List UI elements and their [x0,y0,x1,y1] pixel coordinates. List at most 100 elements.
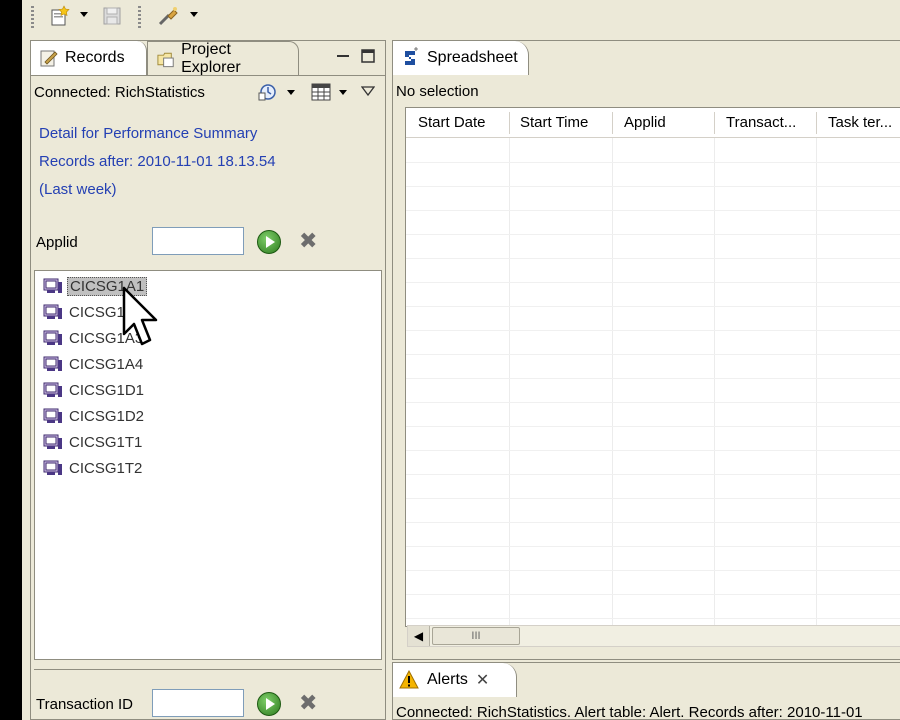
grid-row-line [406,474,900,475]
transaction-clear-button[interactable]: ✖ [299,691,317,715]
tab-records-label: Records [65,49,125,66]
column-separator[interactable] [816,112,817,134]
table-dropdown-arrow[interactable] [339,90,347,95]
column-separator[interactable] [714,112,715,134]
toolbar-grip[interactable] [31,6,34,28]
list-item[interactable]: CICSG1D1 [43,379,146,401]
region-list: CICSG1A1 CICSG1A2 CICSG1A3 CICSG1A4 CICS… [34,270,382,660]
window-left-edge [0,0,22,720]
applid-go-button[interactable] [257,230,281,254]
tab-alerts-label: Alerts [427,671,468,688]
tab-project-explorer[interactable]: Project Explorer [147,40,299,76]
cics-region-icon [43,303,63,321]
records-icon [40,50,58,67]
list-item[interactable]: CICSG1D2 [43,405,146,427]
toolbar-grip-2[interactable] [138,6,141,28]
column-header-start-date[interactable]: Start Date [418,114,512,131]
grid-column-line [509,138,510,626]
detail-title[interactable]: Detail for Performance Summary [39,125,257,142]
minimize-icon[interactable] [334,47,352,65]
spreadsheet-icon [405,47,418,65]
grid-row-line [406,210,900,211]
grid-row-line [406,522,900,523]
grid-row-line [406,450,900,451]
history-icon[interactable] [257,81,279,107]
tab-records[interactable]: Records [31,41,147,75]
transaction-id-label: Transaction ID [36,696,133,713]
region-name: CICSG1T2 [69,459,143,477]
grid-row-line [406,186,900,187]
history-dropdown-arrow[interactable] [287,90,295,95]
spreadsheet-view: Spreadsheet No selection Start Date Star… [392,40,900,660]
tab-project-explorer-label: Project Explorer [181,40,241,76]
close-icon[interactable]: ✕ [476,670,489,690]
grid-row-line [406,402,900,403]
grid-row-line [406,330,900,331]
records-view: Records Project Explorer Connected: Rich… [30,40,386,720]
region-name: CICSG1D1 [69,381,145,399]
records-connection-bar: Connected: RichStatistics [31,75,385,107]
column-header-transaction[interactable]: Transact... [726,114,810,131]
scroll-left-icon[interactable]: ◀ [408,626,430,646]
cics-region-icon [43,277,63,295]
alerts-status: Connected: RichStatistics. Alert table: … [396,704,863,720]
grid-row-line [406,354,900,355]
connection-status: Connected: RichStatistics [34,84,205,101]
applid-label: Applid [36,234,78,251]
tab-alerts[interactable]: Alerts ✕ [393,663,517,697]
selection-status: No selection [396,83,479,100]
view-menu-icon[interactable] [360,84,376,101]
region-name: CICSG1T1 [69,433,143,451]
list-item[interactable]: CICSG1A4 [43,353,145,375]
spreadsheet-grid[interactable]: Start Date Start Time Applid Transact...… [405,107,900,627]
tools-icon[interactable] [156,4,180,28]
mouse-cursor-icon [122,286,158,346]
cics-region-icon [43,381,63,399]
detail-period[interactable]: (Last week) [39,181,117,198]
list-item[interactable]: CICSG1T2 [43,457,144,479]
grid-row-line [406,282,900,283]
tools-dropdown-arrow[interactable] [190,12,198,17]
region-name: CICSG1A4 [69,355,144,373]
grid-row-line [406,498,900,499]
column-header-task-termination[interactable]: Task ter... [828,114,900,131]
new-wizard-icon[interactable] [48,4,72,28]
column-header-applid[interactable]: Applid [624,114,714,131]
grid-column-line [714,138,715,626]
cics-region-icon [43,433,63,451]
cics-region-icon [43,329,63,347]
transaction-id-input[interactable] [152,689,244,717]
maximize-icon[interactable] [359,47,377,65]
horizontal-scrollbar[interactable]: ◀ III [407,625,900,647]
region-name: CICSG1D2 [69,407,145,425]
column-header-start-time[interactable]: Start Time [520,114,614,131]
grid-header: Start Date Start Time Applid Transact...… [406,108,900,138]
cics-region-icon [43,407,63,425]
grid-row-line [406,258,900,259]
list-item[interactable]: CICSG1T1 [43,431,144,453]
new-dropdown-arrow[interactable] [80,12,88,17]
warning-icon [399,670,419,689]
main-toolbar [22,0,900,34]
grid-column-line [612,138,613,626]
lower-sash[interactable] [34,669,382,670]
table-icon[interactable] [311,82,331,106]
applid-clear-button[interactable]: ✖ [299,229,317,253]
tab-spreadsheet-label: Spreadsheet [427,49,518,66]
grid-row-line [406,570,900,571]
save-icon [100,4,124,28]
grid-row-line [406,618,900,619]
cics-region-icon [43,459,63,477]
grid-column-line [816,138,817,626]
column-separator[interactable] [509,112,510,134]
grid-row-line [406,546,900,547]
detail-records-after[interactable]: Records after: 2010-11-01 18.13.54 [39,153,276,170]
tab-spreadsheet[interactable]: Spreadsheet [393,41,529,75]
grid-row-line [406,594,900,595]
grid-row-line [406,306,900,307]
transaction-go-button[interactable] [257,692,281,716]
scroll-thumb[interactable]: III [432,627,520,645]
applid-input[interactable] [152,227,244,255]
column-separator[interactable] [612,112,613,134]
grid-row-line [406,162,900,163]
